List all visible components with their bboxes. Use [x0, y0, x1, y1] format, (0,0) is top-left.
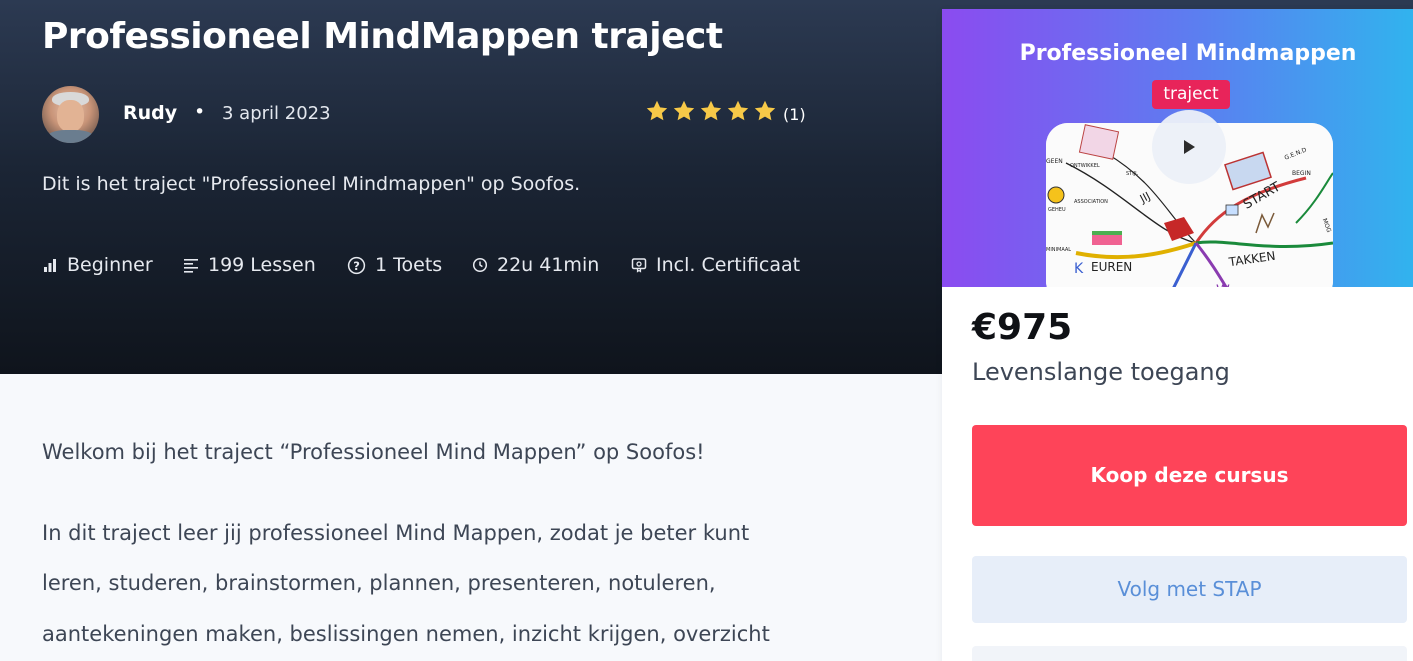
course-thumbnail[interactable]: Professioneel Mindmappen traject GEEN ON… — [942, 9, 1413, 287]
svg-text:?: ? — [353, 258, 360, 272]
star-rating — [645, 99, 777, 123]
access-label: Levenslange toegang — [972, 358, 1230, 386]
meta-lessons: 199 Lessen — [183, 254, 316, 276]
star-icon — [646, 100, 668, 121]
description-line: aantekeningen maken, beslissingen nemen,… — [42, 622, 770, 646]
avatar[interactable] — [42, 86, 99, 143]
meta-tests-label: 1 Toets — [375, 254, 443, 276]
follow-stap-button[interactable]: Volg met STAP — [972, 556, 1407, 623]
page-title: Professioneel MindMappen traject — [42, 16, 723, 57]
buy-course-button[interactable]: Koop deze cursus — [972, 425, 1407, 526]
meta-duration-label: 22u 41min — [497, 254, 600, 276]
meta-certificate-label: Incl. Certificaat — [656, 254, 801, 276]
star-icon — [700, 100, 722, 121]
meta-level: Beginner — [42, 254, 153, 276]
mindmap-label: GEHEU — [1048, 207, 1066, 213]
publish-date: 3 april 2023 — [222, 103, 331, 124]
mindmap-label: EUREN — [1091, 260, 1132, 274]
description-line: In dit traject leer jij professioneel Mi… — [42, 521, 750, 545]
certificate-icon — [631, 258, 647, 273]
mindmap-label: ONTWIKKEL — [1070, 163, 1100, 169]
course-subtitle: Dit is het traject "Professioneel Mindma… — [42, 173, 581, 195]
mindmap-label: GEEN — [1046, 158, 1063, 165]
mindmap-label: MINIMAAL — [1046, 247, 1071, 253]
mindmap-label: BEGIN — [1292, 170, 1311, 177]
meta-duration: 22u 41min — [472, 254, 599, 276]
description-intro: Welkom bij het traject “Professioneel Mi… — [42, 440, 705, 464]
list-icon — [184, 259, 198, 273]
purchase-card: Professioneel Mindmappen traject GEEN ON… — [942, 9, 1413, 661]
signal-bars-icon — [44, 259, 56, 272]
meta-lessons-label: 199 Lessen — [208, 254, 316, 276]
clock-icon — [472, 257, 488, 273]
meta-tests: ? 1 Toets — [347, 254, 442, 276]
description-line: leren, studeren, brainstormen, plannen, … — [42, 571, 716, 595]
star-icon — [727, 100, 749, 121]
star-icon — [754, 100, 776, 121]
rating-count[interactable]: (1) — [783, 105, 806, 124]
secondary-action-button[interactable] — [972, 646, 1407, 661]
mindmap-label: W — [1216, 283, 1230, 287]
play-video-button[interactable] — [1152, 110, 1226, 184]
thumbnail-title: Professioneel Mindmappen — [1019, 41, 1357, 66]
meta-level-label: Beginner — [67, 254, 153, 276]
meta-certificate: Incl. Certificaat — [631, 254, 800, 276]
play-icon — [1184, 140, 1195, 154]
question-circle-icon: ? — [347, 256, 366, 274]
course-price: €975 — [972, 307, 1073, 348]
separator-dot: • — [194, 101, 206, 123]
star-icon — [673, 100, 695, 121]
author-name[interactable]: Rudy — [123, 102, 177, 124]
mindmap-label: STIJL — [1126, 171, 1138, 177]
thumbnail-tag: traject — [1152, 80, 1230, 109]
mindmap-label: K — [1074, 261, 1084, 277]
mindmap-label: ASSOCIATION — [1074, 199, 1108, 205]
